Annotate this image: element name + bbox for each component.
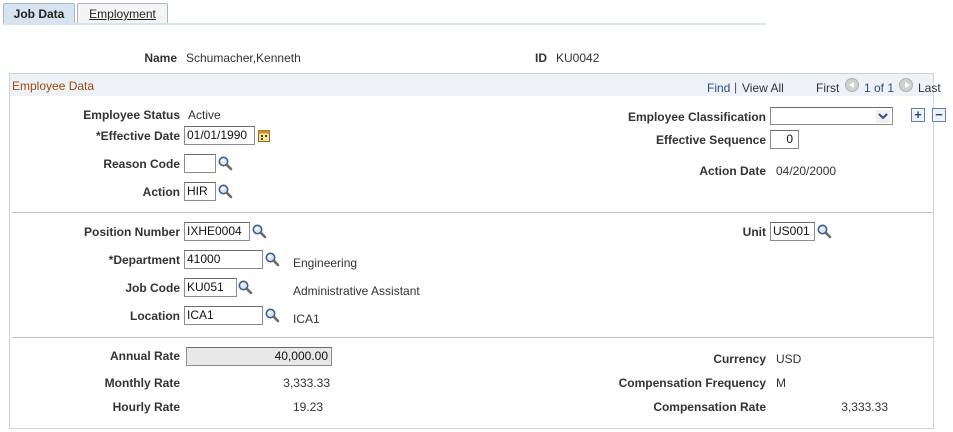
- compensation-frequency-value: M: [776, 376, 786, 390]
- tab-employment[interactable]: Employment: [77, 3, 168, 24]
- department-input[interactable]: 41000: [184, 250, 263, 269]
- action-label: Action: [142, 185, 180, 199]
- monthly-rate-value: 3,333.33: [283, 376, 330, 390]
- compensation-rate-value: 3,333.33: [841, 400, 888, 414]
- position-number-magnifier-icon[interactable]: [251, 223, 267, 239]
- action-date-label: Action Date: [699, 164, 766, 178]
- find-link[interactable]: Find: [707, 81, 730, 95]
- hourly-rate-value: 19.23: [292, 400, 323, 414]
- section-divider: [12, 337, 933, 338]
- section-divider: [12, 212, 933, 213]
- compensation-rate-label: Compensation Rate: [653, 400, 766, 414]
- position-number-label: Position Number: [83, 225, 180, 239]
- effective-sequence-label: Effective Sequence: [655, 133, 766, 147]
- plus-icon[interactable]: +: [911, 108, 925, 122]
- annual-rate-field: 40,000.00: [186, 347, 332, 366]
- department-magnifier-icon[interactable]: [264, 251, 280, 267]
- reason-code-input[interactable]: [184, 154, 216, 173]
- left-arrow-icon[interactable]: [845, 78, 859, 92]
- action-magnifier-icon[interactable]: [217, 183, 233, 199]
- effective-date-input[interactable]: 01/01/1990: [184, 126, 255, 145]
- page-info: 1 of 1: [864, 81, 895, 95]
- location-description: ICA1: [293, 312, 320, 326]
- monthly-rate-label: Monthly Rate: [104, 376, 180, 390]
- name-label: Name: [144, 51, 177, 65]
- last-label: Last: [918, 81, 941, 95]
- employee-classification-label: Employee Classification: [627, 110, 766, 124]
- id-value: KU0042: [556, 51, 600, 65]
- job-code-label: Job Code: [125, 281, 180, 295]
- reason-code-label: Reason Code: [103, 157, 180, 171]
- job-code-description: Administrative Assistant: [293, 284, 420, 298]
- currency-label: Currency: [713, 352, 766, 366]
- reason-code-magnifier-icon[interactable]: [217, 155, 233, 171]
- currency-value: USD: [776, 352, 802, 366]
- department-label: *Department: [108, 253, 180, 267]
- tab-job-data-label: Job Data: [13, 7, 65, 21]
- position-number-input[interactable]: IXHE0004: [184, 222, 250, 241]
- job-code-magnifier-icon[interactable]: [237, 279, 253, 295]
- unit-magnifier-icon[interactable]: [816, 223, 832, 239]
- tab-underline: [3, 23, 765, 25]
- unit-input[interactable]: US001: [770, 222, 815, 241]
- chevron-down-icon: [876, 110, 890, 123]
- employee-status-value: Active: [188, 108, 221, 122]
- unit-label: Unit: [742, 225, 766, 239]
- effective-date-label: *Effective Date: [95, 129, 180, 143]
- tab-job-data[interactable]: Job Data: [3, 3, 75, 24]
- annual-rate-label: Annual Rate: [109, 349, 180, 363]
- compensation-frequency-label: Compensation Frequency: [618, 376, 766, 390]
- calendar-icon[interactable]: [258, 129, 270, 142]
- name-value: Schumacher,Kenneth: [186, 51, 301, 65]
- section-header: [10, 74, 933, 96]
- right-arrow-icon[interactable]: [899, 78, 913, 92]
- employee-status-label: Employee Status: [83, 108, 180, 122]
- department-description: Engineering: [293, 256, 358, 270]
- minus-icon[interactable]: −: [932, 108, 946, 122]
- section-title: Employee Data: [12, 79, 95, 93]
- location-input[interactable]: ICA1: [184, 306, 263, 325]
- location-magnifier-icon[interactable]: [264, 307, 280, 323]
- view-all-link[interactable]: View All: [742, 81, 784, 95]
- nav-separator: |: [734, 80, 738, 94]
- effective-sequence-input[interactable]: 0: [770, 130, 799, 149]
- action-input[interactable]: HIR: [184, 182, 216, 201]
- first-label: First: [816, 81, 840, 95]
- hourly-rate-label: Hourly Rate: [112, 400, 180, 414]
- job-code-input[interactable]: KU051: [184, 278, 237, 297]
- employee-classification-select[interactable]: [770, 107, 893, 125]
- action-date-value: 04/20/2000: [776, 164, 837, 178]
- tab-employment-label: Employment: [89, 7, 156, 21]
- id-label: ID: [535, 51, 547, 65]
- location-label: Location: [130, 309, 180, 323]
